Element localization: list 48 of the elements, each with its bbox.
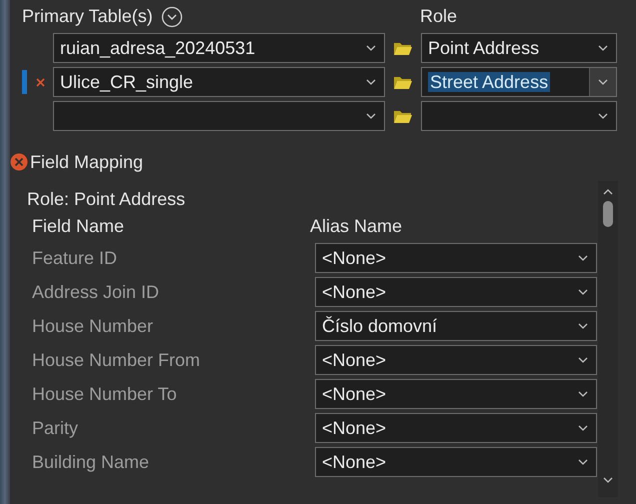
field-name: Feature ID (31, 248, 118, 268)
folder-icon[interactable] (393, 108, 413, 124)
table-dropdown[interactable]: ruian_adresa_20240531 (53, 33, 385, 63)
field-name: Address Join ID (31, 282, 160, 302)
column-header: Alias Name (310, 216, 402, 236)
alias-dropdown[interactable]: <None> (315, 447, 597, 477)
chevron-down-icon (598, 45, 608, 51)
expand-icon[interactable] (160, 6, 183, 28)
column-header: Field Name (31, 216, 126, 236)
chevron-down-icon (578, 323, 588, 329)
role-dropdown[interactable]: Point Address (421, 33, 617, 63)
chevron-down-icon (578, 255, 588, 261)
field-name: House Number From (31, 350, 202, 370)
chevron-down-icon (578, 391, 588, 397)
alias-dropdown[interactable]: <None> (315, 243, 597, 273)
chevron-down-icon (366, 45, 376, 51)
column-header: Role (420, 6, 458, 27)
scroll-thumb[interactable] (603, 201, 613, 227)
chevron-down-icon (366, 113, 376, 119)
alias-dropdown[interactable]: <None> (315, 413, 597, 443)
scrollbar[interactable] (598, 181, 618, 497)
role-combo-box[interactable]: Street Address (421, 67, 617, 97)
chevron-down-icon (578, 289, 588, 295)
field-name: Parity (31, 418, 80, 438)
chevron-down-icon (598, 113, 608, 119)
field-name: House Number (31, 316, 154, 336)
alias-dropdown[interactable]: <None> (315, 379, 597, 409)
alias-dropdown[interactable]: <None> (315, 277, 597, 307)
section-title: Field Mapping (30, 152, 144, 172)
chevron-down-icon (366, 79, 376, 85)
folder-icon[interactable] (393, 40, 413, 56)
section-label: Primary Table(s) (22, 6, 153, 27)
field-name: Building Name (31, 452, 150, 472)
role-title: Role: Point Address (27, 189, 186, 211)
role-dropdown[interactable] (421, 101, 617, 131)
field-name: House Number To (31, 384, 178, 404)
folder-icon[interactable] (393, 74, 413, 90)
scroll-down-icon[interactable] (603, 477, 613, 483)
remove-icon[interactable] (36, 78, 44, 86)
chevron-down-icon (578, 425, 588, 431)
chevron-down-icon (578, 459, 588, 465)
alias-dropdown[interactable]: Číslo domovní (315, 311, 597, 341)
table-dropdown[interactable] (53, 101, 385, 131)
chevron-down-icon (578, 357, 588, 363)
scroll-up-icon[interactable] (603, 189, 613, 195)
table-dropdown[interactable]: Ulice_CR_single (53, 67, 385, 97)
chevron-down-icon (598, 79, 608, 85)
alias-dropdown[interactable]: <None> (315, 345, 597, 375)
